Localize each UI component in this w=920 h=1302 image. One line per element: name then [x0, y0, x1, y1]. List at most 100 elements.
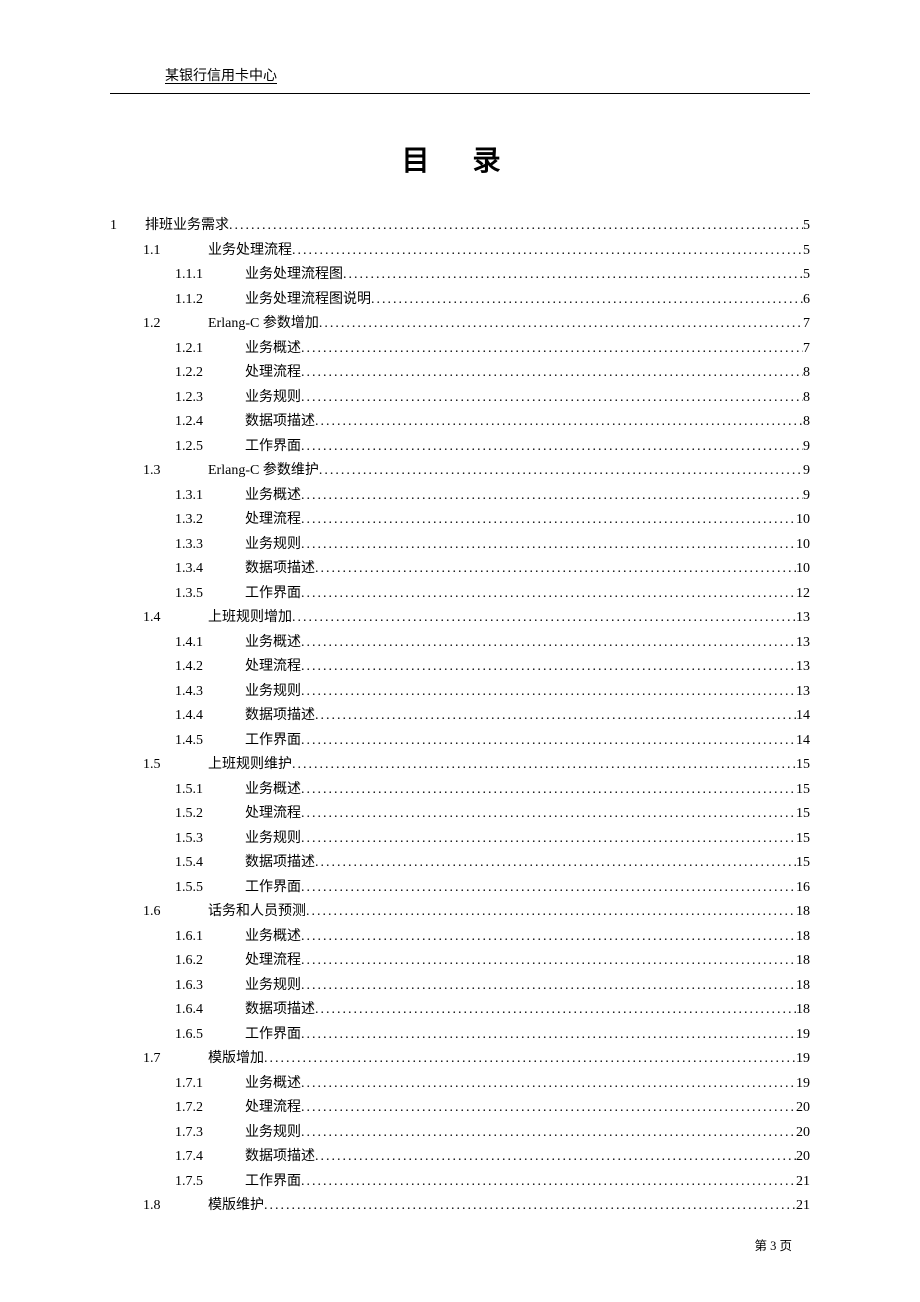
toc-entry[interactable]: 1.7.1业务概述19 — [110, 1072, 810, 1097]
toc-entry[interactable]: 1.6话务和人员预测18 — [110, 900, 810, 925]
toc-entry-number: 1.2.4 — [175, 410, 220, 435]
toc-entry[interactable]: 1.3.5工作界面 12 — [110, 582, 810, 607]
toc-entry[interactable]: 1.4.1业务概述13 — [110, 631, 810, 656]
toc-entry-label: 数据项描述 — [220, 704, 315, 729]
toc-entry[interactable]: 1.7.5工作界面21 — [110, 1170, 810, 1195]
toc-entry[interactable]: 1.7.3业务规则20 — [110, 1121, 810, 1146]
toc-entry[interactable]: 1.4.5工作界面14 — [110, 729, 810, 754]
toc-leader-dots — [301, 533, 796, 558]
toc-entry[interactable]: 1.1业务处理流程5 — [110, 239, 810, 264]
toc-leader-dots — [315, 557, 796, 582]
toc-entry[interactable]: 1.3.1业务概述9 — [110, 484, 810, 509]
toc-leader-dots — [319, 312, 803, 337]
toc-entry[interactable]: 1.7.2处理流程 20 — [110, 1096, 810, 1121]
toc-entry-number: 1.5 — [143, 753, 173, 778]
toc-entry[interactable]: 1.5上班规则维护15 — [110, 753, 810, 778]
toc-entry-number: 1.4.3 — [175, 680, 220, 705]
toc-entry[interactable]: 1.2.3业务规则8 — [110, 386, 810, 411]
toc-entry-number: 1.7 — [143, 1047, 173, 1072]
toc-entry-number: 1.8 — [143, 1194, 173, 1219]
toc-entry-label: 业务处理流程图 — [220, 263, 343, 288]
toc-leader-dots — [301, 949, 796, 974]
toc-leader-dots — [306, 900, 796, 925]
toc-entry[interactable]: 1.3.3业务规则10 — [110, 533, 810, 558]
toc-leader-dots — [301, 680, 796, 705]
toc-leader-dots — [301, 729, 796, 754]
toc-entry-page: 12 — [796, 582, 810, 607]
toc-leader-dots — [292, 606, 796, 631]
toc-entry[interactable]: 1.6.5工作界面19 — [110, 1023, 810, 1048]
toc-entry[interactable]: 1.4.4数据项描述14 — [110, 704, 810, 729]
toc-entry-label: 业务概述 — [220, 337, 301, 362]
toc-entry-label: 处理流程 — [220, 655, 301, 680]
toc-leader-dots — [301, 484, 803, 509]
toc-entry[interactable]: 1.5.5工作界面16 — [110, 876, 810, 901]
toc-leader-dots — [301, 1121, 796, 1146]
toc-entry-page: 10 — [796, 533, 810, 558]
toc-entry[interactable]: 1.6.2处理流程18 — [110, 949, 810, 974]
toc-entry-label: 处理流程 — [220, 508, 301, 533]
toc-entry-number: 1.5.3 — [175, 827, 220, 852]
toc-entry-page: 5 — [803, 214, 810, 239]
toc-entry[interactable]: 1.4.3业务规则13 — [110, 680, 810, 705]
toc-entry[interactable]: 1.1.1业务处理流程图5 — [110, 263, 810, 288]
toc-entry[interactable]: 1.2.4数据项描述8 — [110, 410, 810, 435]
toc-entry[interactable]: 1.5.4数据项描述15 — [110, 851, 810, 876]
toc-entry-label: 话务和人员预测 — [173, 900, 306, 925]
toc-entry[interactable]: 1.5.2处理流程15 — [110, 802, 810, 827]
toc-entry[interactable]: 1.4.2处理流程13 — [110, 655, 810, 680]
toc-leader-dots — [301, 1096, 796, 1121]
toc-entry-label: 处理流程 — [220, 1096, 301, 1121]
toc-entry-label: 模版维护 — [173, 1194, 264, 1219]
toc-entry[interactable]: 1.8模版维护21 — [110, 1194, 810, 1219]
toc-entry[interactable]: 1.3.2处理流程10 — [110, 508, 810, 533]
toc-entry[interactable]: 1.3Erlang-C 参数维护9 — [110, 459, 810, 484]
toc-entry[interactable]: 1排班业务需求5 — [110, 214, 810, 239]
toc-entry[interactable]: 1.6.3业务规则18 — [110, 974, 810, 999]
toc-entry[interactable]: 1.2Erlang-C 参数增加 7 — [110, 312, 810, 337]
toc-leader-dots — [371, 288, 803, 313]
toc-entry[interactable]: 1.6.4数据项描述18 — [110, 998, 810, 1023]
toc-entry-page: 7 — [803, 312, 810, 337]
toc-entry-number: 1.6.5 — [175, 1023, 220, 1048]
toc-entry-number: 1.7.2 — [175, 1096, 220, 1121]
toc-entry-label: 业务处理流程图说明 — [220, 288, 371, 313]
table-of-contents: 1排班业务需求51.1业务处理流程51.1.1业务处理流程图51.1.2业务处理… — [110, 214, 810, 1219]
toc-entry-number: 1.1.2 — [175, 288, 220, 313]
toc-entry[interactable]: 1.2.1业务概述7 — [110, 337, 810, 362]
toc-entry-page: 18 — [796, 974, 810, 999]
toc-entry[interactable]: 1.2.2处理流程8 — [110, 361, 810, 386]
toc-entry[interactable]: 1.7.4数据项描述20 — [110, 1145, 810, 1170]
toc-leader-dots — [301, 974, 796, 999]
toc-entry-label: Erlang-C 参数增加 — [173, 312, 319, 337]
toc-entry[interactable]: 1.4上班规则增加13 — [110, 606, 810, 631]
toc-entry[interactable]: 1.5.1业务概述15 — [110, 778, 810, 803]
toc-entry-number: 1 — [110, 214, 140, 239]
toc-entry-page: 15 — [796, 802, 810, 827]
toc-entry-number: 1.6.4 — [175, 998, 220, 1023]
toc-leader-dots — [315, 704, 796, 729]
toc-entry-label: 工作界面 — [220, 729, 301, 754]
toc-entry-page: 18 — [796, 925, 810, 950]
toc-leader-dots — [301, 435, 803, 460]
toc-entry-page: 13 — [796, 655, 810, 680]
toc-entry[interactable]: 1.7模版增加19 — [110, 1047, 810, 1072]
toc-entry-page: 13 — [796, 606, 810, 631]
toc-entry-label: 工作界面 — [220, 1023, 301, 1048]
toc-entry-label: 处理流程 — [220, 802, 301, 827]
toc-entry[interactable]: 1.2.5工作界面9 — [110, 435, 810, 460]
toc-entry[interactable]: 1.1.2业务处理流程图说明6 — [110, 288, 810, 313]
toc-entry-page: 8 — [803, 361, 810, 386]
toc-entry[interactable]: 1.3.4数据项描述10 — [110, 557, 810, 582]
toc-entry-page: 10 — [796, 557, 810, 582]
toc-entry-number: 1.2 — [143, 312, 173, 337]
toc-entry-label: 工作界面 — [220, 582, 301, 607]
toc-entry-number: 1.3.5 — [175, 582, 220, 607]
toc-entry-label: Erlang-C 参数维护 — [173, 459, 319, 484]
toc-entry-page: 20 — [796, 1096, 810, 1121]
toc-entry[interactable]: 1.5.3业务规则15 — [110, 827, 810, 852]
toc-entry-page: 14 — [796, 704, 810, 729]
toc-entry-page: 9 — [803, 459, 810, 484]
toc-leader-dots — [301, 925, 796, 950]
toc-entry[interactable]: 1.6.1业务概述18 — [110, 925, 810, 950]
